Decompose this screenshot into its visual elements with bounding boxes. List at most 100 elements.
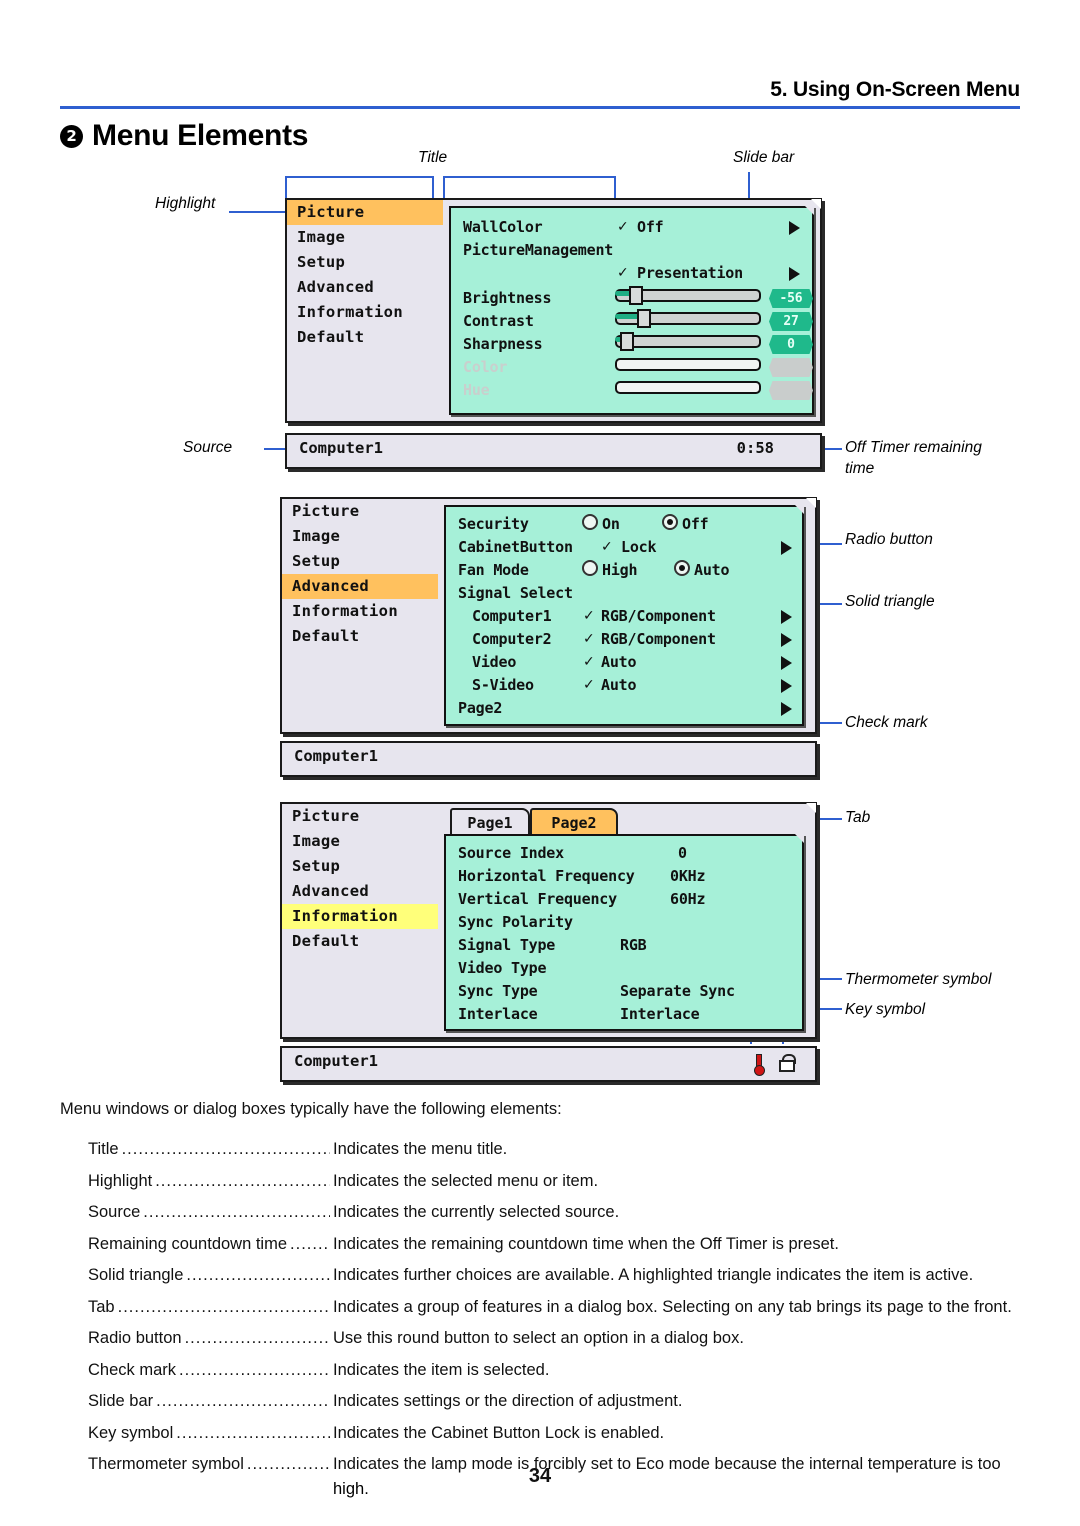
osd-row-sync-polarity: Sync Polarity	[446, 911, 802, 934]
radio-option-on[interactable]: On	[582, 513, 620, 536]
definition-term: Source	[88, 1203, 141, 1221]
osd-row-hue: Hue	[451, 379, 813, 402]
sidebar-item-information[interactable]: Information	[282, 599, 438, 624]
thermometer-icon	[754, 1054, 765, 1076]
solid-triangle-icon[interactable]	[789, 267, 800, 281]
osd-row-label: Source Index	[458, 844, 564, 862]
callout-solid-triangle: Solid triangle	[845, 593, 935, 610]
sidebar-item-image[interactable]: Image	[287, 225, 443, 250]
osd-row-horizontal-frequency: Horizontal Frequency 0KHz	[446, 865, 802, 888]
definition-term: Check mark	[88, 1360, 177, 1379]
sidebar-item-picture[interactable]: Picture	[282, 499, 438, 524]
intro-text: Menu windows or dialog boxes typically h…	[60, 1100, 562, 1118]
sidebar-item-setup[interactable]: Setup	[282, 549, 438, 574]
sidebar-item-information[interactable]: Information	[282, 904, 438, 929]
sidebar-item-setup[interactable]: Setup	[287, 250, 443, 275]
slider-value-badge: 0	[769, 335, 813, 354]
osd-row-contrast[interactable]: Contrast 27	[451, 309, 813, 333]
osd-row-sync-type: Sync Type Separate Sync	[446, 980, 802, 1003]
slide-bar-color	[615, 356, 761, 371]
radio-button-icon[interactable]	[582, 560, 598, 576]
leader-dots: ........................................…	[143, 1203, 330, 1221]
osd-row-svideo[interactable]: S-Video ✓ Auto	[446, 674, 802, 697]
solid-triangle-icon[interactable]	[781, 541, 792, 555]
osd-row-label: Fan Mode	[458, 561, 529, 579]
osd-row-cabinetbutton[interactable]: CabinetButton ✓ Lock	[446, 536, 802, 559]
slider-knob[interactable]	[629, 286, 643, 305]
sidebar-item-advanced[interactable]: Advanced	[287, 275, 443, 300]
definition-term: Solid triangle	[88, 1266, 184, 1284]
radio-option-off[interactable]: Off	[662, 513, 709, 536]
solid-triangle-icon[interactable]	[781, 656, 792, 670]
sidebar-item-information[interactable]: Information	[287, 300, 443, 325]
definition-row: Check mark..............................…	[88, 1361, 1080, 1380]
osd-row-label: CabinetButton	[458, 538, 573, 556]
osd-row-brightness[interactable]: Brightness -56	[451, 286, 813, 310]
solid-triangle-icon[interactable]	[789, 221, 800, 235]
osd-row-label: Video Type	[458, 959, 547, 977]
sidebar-item-setup[interactable]: Setup	[282, 854, 438, 879]
osd-row-value: 0KHz	[670, 867, 706, 885]
osd-row-label: Computer2	[472, 630, 552, 648]
slide-bar-brightness[interactable]	[615, 286, 761, 305]
osd-row-security[interactable]: Security On Off	[446, 513, 802, 536]
definition-desc: Indicates the Cabinet Button Lock is ena…	[333, 1423, 665, 1442]
sidebar-item-advanced[interactable]: Advanced	[282, 574, 438, 599]
definition-desc: Indicates the currently selected source.	[333, 1203, 620, 1221]
slider-value-badge	[769, 381, 813, 400]
definition-term: Slide bar	[88, 1392, 154, 1410]
source-label: Computer1	[294, 1052, 378, 1070]
sidebar-item-default[interactable]: Default	[282, 929, 438, 954]
radio-button-icon[interactable]	[662, 514, 678, 530]
sidebar-item-default[interactable]: Default	[287, 325, 443, 350]
sidebar-item-image[interactable]: Image	[282, 524, 438, 549]
osd-status-bar-3: Computer1	[280, 1046, 817, 1082]
definition-desc: Indicates the remaining countdown time w…	[333, 1234, 839, 1253]
check-mark-icon: ✓	[583, 631, 595, 647]
callout-title: Title	[418, 149, 448, 166]
osd-row-preset[interactable]: ✓ Presentation	[451, 262, 812, 285]
callout-key-symbol: Key symbol	[845, 1001, 926, 1018]
solid-triangle-icon[interactable]	[781, 610, 792, 624]
solid-triangle-icon[interactable]	[781, 679, 792, 693]
osd-row-label: Interlace	[458, 1005, 538, 1023]
leader-line	[432, 176, 434, 200]
osd-row-video[interactable]: Video ✓ Auto	[446, 651, 802, 674]
sidebar-item-picture[interactable]: Picture	[282, 804, 438, 829]
sidebar-item-picture[interactable]: Picture	[287, 200, 443, 225]
slide-bar-sharpness[interactable]	[615, 332, 761, 351]
osd-row-value: Separate Sync	[620, 982, 735, 1000]
radio-button-icon[interactable]	[582, 514, 598, 530]
osd-row-label: Sharpness	[463, 335, 543, 353]
slide-bar-contrast[interactable]	[615, 309, 761, 328]
slider-value-badge	[769, 358, 813, 377]
sidebar-item-advanced[interactable]: Advanced	[282, 879, 438, 904]
radio-option-high[interactable]: High	[582, 559, 638, 582]
solid-triangle-icon[interactable]	[781, 702, 792, 716]
radio-option-auto[interactable]: Auto	[674, 559, 730, 582]
tab-page2[interactable]: Page2	[530, 808, 618, 836]
osd-row-label: Vertical Frequency	[458, 890, 617, 908]
solid-triangle-icon[interactable]	[781, 633, 792, 647]
page-title: 2 Menu Elements	[60, 119, 308, 153]
definition-desc: Use this round button to select an optio…	[333, 1329, 744, 1347]
osd-row-computer2[interactable]: Computer2 ✓ RGB/Component	[446, 628, 802, 651]
osd-row-wallcolor[interactable]: WallColor ✓ Off	[451, 216, 812, 239]
osd-row-picturemanagement[interactable]: PictureManagement	[451, 239, 812, 262]
osd-row-sharpness[interactable]: Sharpness 0	[451, 332, 813, 356]
tab-page1[interactable]: Page1	[450, 808, 530, 836]
osd-row-fanmode[interactable]: Fan Mode High Auto	[446, 559, 802, 582]
callout-off-timer: Off Timer remaining time	[845, 439, 982, 477]
radio-button-icon[interactable]	[674, 560, 690, 576]
definition-term: Highlight	[88, 1171, 153, 1190]
osd-row-computer1[interactable]: Computer1 ✓ RGB/Component	[446, 605, 802, 628]
osd-row-value: Presentation	[637, 264, 743, 282]
definition-term: Key symbol	[88, 1423, 174, 1442]
sidebar-item-default[interactable]: Default	[282, 624, 438, 649]
leader-dots: ........................................…	[117, 1297, 330, 1316]
osd-row-page2[interactable]: Page2	[446, 697, 802, 720]
osd-row-value: Interlace	[620, 1005, 700, 1023]
slider-knob[interactable]	[620, 332, 634, 351]
sidebar-item-image[interactable]: Image	[282, 829, 438, 854]
slider-knob[interactable]	[637, 309, 651, 328]
